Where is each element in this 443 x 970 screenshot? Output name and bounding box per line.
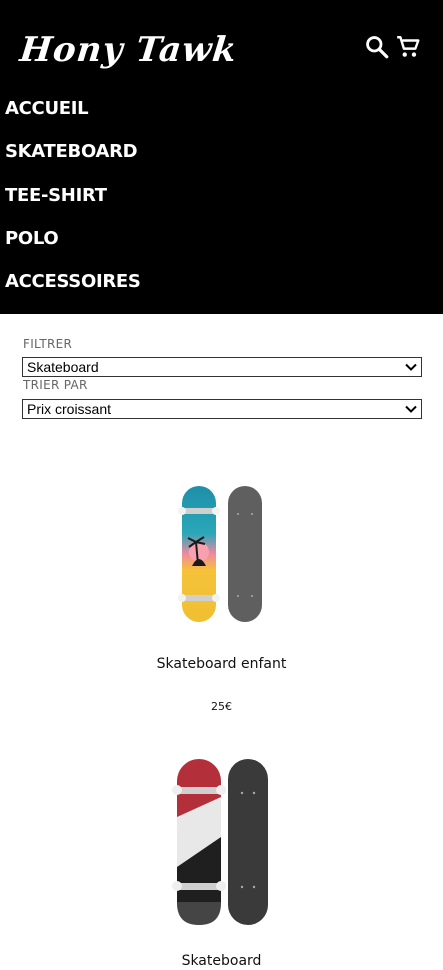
nav-item-polo[interactable]: POLO: [5, 228, 59, 250]
product-image-skateboard[interactable]: [172, 757, 272, 927]
nav-item-tee-shirt[interactable]: TEE-SHIRT: [5, 185, 107, 207]
nav-item-accessoires[interactable]: ACCESSOIRES: [5, 271, 141, 293]
chevron-down-icon: [405, 405, 417, 413]
nav-item-accueil[interactable]: ACCUEIL: [5, 98, 89, 120]
filter-select[interactable]: Skateboard: [22, 357, 422, 377]
sort-label: TRIER PAR: [23, 378, 88, 392]
search-icon[interactable]: [364, 34, 390, 60]
chevron-down-icon: [405, 363, 417, 371]
site-header: Hony Tawk ACCUEIL SKATEBOARD TEE-SHIRT P…: [0, 0, 443, 314]
nav-item-skateboard[interactable]: SKATEBOARD: [5, 141, 138, 163]
sort-select-value: Prix croissant: [27, 401, 112, 417]
cart-icon[interactable]: [395, 34, 421, 60]
filter-label: FILTRER: [23, 337, 73, 351]
product-name[interactable]: Skateboard enfant: [0, 655, 443, 673]
sort-select[interactable]: Prix croissant: [22, 399, 422, 419]
site-logo[interactable]: Hony Tawk: [18, 30, 239, 70]
product-price: 25€: [211, 700, 232, 713]
product-name[interactable]: Skateboard: [0, 952, 443, 970]
product-image-skateboard-enfant[interactable]: [178, 484, 270, 624]
filter-select-value: Skateboard: [27, 359, 99, 375]
